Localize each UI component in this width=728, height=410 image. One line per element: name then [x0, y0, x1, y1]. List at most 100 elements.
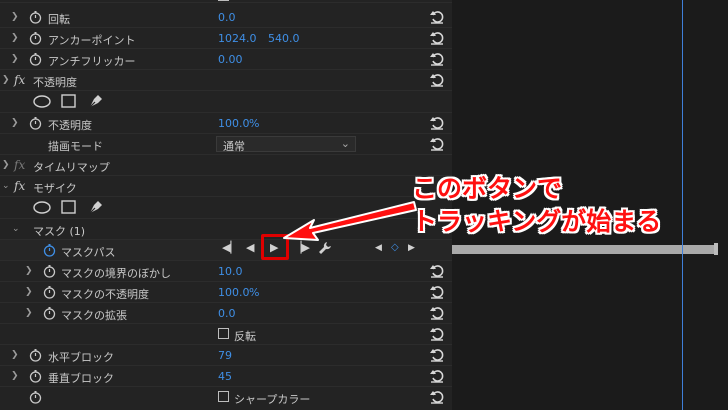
reset-icon[interactable] [430, 52, 444, 66]
reset-icon[interactable] [430, 348, 444, 362]
row-mask-expansion: ❯ マスクの拡張 0.0 [0, 303, 452, 324]
reset-icon[interactable] [430, 31, 444, 45]
invert-checkbox[interactable] [218, 328, 229, 339]
playhead[interactable] [682, 0, 683, 410]
row-opacity-effect: ❯ fx 不透明度 [0, 70, 452, 91]
vertical-blocks-label: 垂直ブロック [48, 372, 114, 385]
reset-icon[interactable] [430, 73, 444, 87]
row-mask-feather: ❯ マスクの境界のぼかし 10.0 [0, 261, 452, 282]
chevron-down-icon: ⌄ [340, 137, 350, 150]
chevron-right-icon[interactable]: ❯ [11, 54, 21, 64]
chevron-right-icon[interactable]: ❯ [11, 12, 21, 22]
stopwatch-icon[interactable] [29, 11, 42, 24]
antiflicker-value[interactable]: 0.00 [218, 53, 243, 66]
fx-icon[interactable]: fx [14, 158, 25, 172]
stopwatch-icon[interactable] [43, 265, 56, 278]
row-sharp-colors: シャープカラー [0, 387, 452, 410]
horizontal-blocks-label: 水平ブロック [48, 351, 114, 364]
row-anchor-point: ❯ アンカーポイント 1024.0 540.0 [0, 28, 452, 49]
stopwatch-icon[interactable] [29, 391, 42, 404]
rotation-value[interactable]: 0.0 [218, 11, 236, 24]
ellipse-mask-icon[interactable] [33, 201, 51, 214]
reset-icon[interactable] [430, 285, 444, 299]
blend-mode-value: 通常 [223, 140, 245, 153]
chevron-down-icon[interactable]: ⌄ [2, 181, 12, 191]
invert-label: 反転 [234, 330, 256, 343]
chevron-right-icon[interactable]: ❯ [2, 75, 12, 85]
chevron-right-icon[interactable]: ❯ [25, 308, 35, 318]
stopwatch-icon[interactable] [29, 370, 42, 383]
chevron-right-icon[interactable]: ❯ [11, 33, 21, 43]
checkbox-checked[interactable] [218, 0, 229, 1]
mask-opacity-label: マスクの不透明度 [61, 288, 149, 301]
anchor-y-value[interactable]: 540.0 [268, 32, 300, 45]
opacity-unit: % [249, 117, 260, 130]
stopwatch-icon[interactable] [29, 53, 42, 66]
mask-feather-value[interactable]: 10.0 [218, 265, 243, 278]
chevron-right-icon[interactable]: ❯ [2, 160, 12, 170]
mask-path-label: マスクパス [61, 246, 116, 259]
pen-mask-icon[interactable] [88, 199, 104, 215]
row-horizontal-blocks: ❯ 水平ブロック 79 [0, 345, 452, 366]
rectangle-mask-icon[interactable] [61, 200, 76, 214]
reset-icon[interactable] [430, 327, 444, 341]
stopwatch-icon[interactable] [43, 244, 56, 257]
anchor-label: アンカーポイント [48, 34, 136, 47]
mask-label: マスク (1) [33, 225, 86, 238]
antiflicker-label: アンチフリッカー [48, 55, 136, 68]
rectangle-mask-icon[interactable] [61, 94, 76, 108]
chevron-right-icon[interactable]: ❯ [11, 118, 21, 128]
opacity-label: 不透明度 [48, 119, 92, 132]
blend-mode-label: 描画モード [48, 140, 103, 153]
row-mask-opacity: ❯ マスクの不透明度 100.0 % [0, 282, 452, 303]
mask-opacity-unit: % [249, 286, 260, 299]
ellipse-mask-icon[interactable] [33, 95, 51, 108]
fx-icon[interactable]: fx [14, 73, 25, 87]
reset-icon[interactable] [430, 264, 444, 278]
row-antiflicker: ❯ アンチフリッカー 0.00 [0, 49, 452, 70]
row-rotation: ❯ 回転 0.0 [0, 7, 452, 28]
blend-mode-select[interactable]: 通常 ⌄ [216, 136, 356, 153]
stopwatch-icon[interactable] [29, 32, 42, 45]
fx-icon[interactable]: fx [14, 179, 25, 193]
chevron-right-icon[interactable]: ❯ [25, 287, 35, 297]
sharp-colors-checkbox[interactable] [218, 391, 229, 402]
mask-path-track-bar[interactable] [452, 245, 718, 254]
reset-icon[interactable] [430, 137, 444, 151]
horizontal-blocks-value[interactable]: 79 [218, 349, 232, 362]
chevron-right-icon[interactable]: ❯ [11, 371, 21, 381]
mosaic-label: モザイク [33, 182, 77, 195]
row-mask-invert: 反転 [0, 324, 452, 345]
stopwatch-icon[interactable] [29, 117, 42, 130]
chevron-right-icon[interactable]: ❯ [11, 350, 21, 360]
mask-opacity-value[interactable]: 100.0 [218, 286, 250, 299]
chevron-down-icon[interactable]: ⌄ [12, 224, 22, 234]
track-bar-end-handle[interactable] [714, 243, 718, 255]
anchor-x-value[interactable]: 1024.0 [218, 32, 257, 45]
row-blend-mode: 描画モード 通常 ⌄ [0, 134, 452, 155]
stopwatch-icon[interactable] [43, 286, 56, 299]
sharp-colors-label: シャープカラー [234, 393, 311, 406]
reset-icon[interactable] [430, 306, 444, 320]
chevron-right-icon[interactable]: ❯ [25, 266, 35, 276]
row-time-remap: ❯ fx タイムリマップ [0, 155, 452, 176]
mask-expansion-label: マスクの拡張 [61, 309, 127, 322]
stopwatch-icon[interactable] [29, 349, 42, 362]
annotation-line-1: このボタンで [412, 174, 563, 203]
track-backward-button[interactable]: ◀ [246, 241, 254, 255]
reset-icon[interactable] [430, 10, 444, 24]
track-backward-one-frame-button[interactable]: ◀▏ [222, 241, 239, 255]
opacity-value[interactable]: 100.0 [218, 117, 250, 130]
vertical-blocks-value[interactable]: 45 [218, 370, 232, 383]
mask-feather-label: マスクの境界のぼかし [61, 267, 171, 280]
row-mosaic-effect: ⌄ fx モザイク [0, 176, 452, 197]
pen-mask-icon[interactable] [88, 93, 104, 109]
reset-icon[interactable] [430, 116, 444, 130]
stopwatch-icon[interactable] [43, 307, 56, 320]
mask-expansion-value[interactable]: 0.0 [218, 307, 236, 320]
reset-icon[interactable] [430, 390, 444, 404]
partial-row-top [0, 0, 452, 3]
rotation-label: 回転 [48, 13, 70, 26]
time-remap-label: タイムリマップ [33, 161, 110, 174]
reset-icon[interactable] [430, 369, 444, 383]
